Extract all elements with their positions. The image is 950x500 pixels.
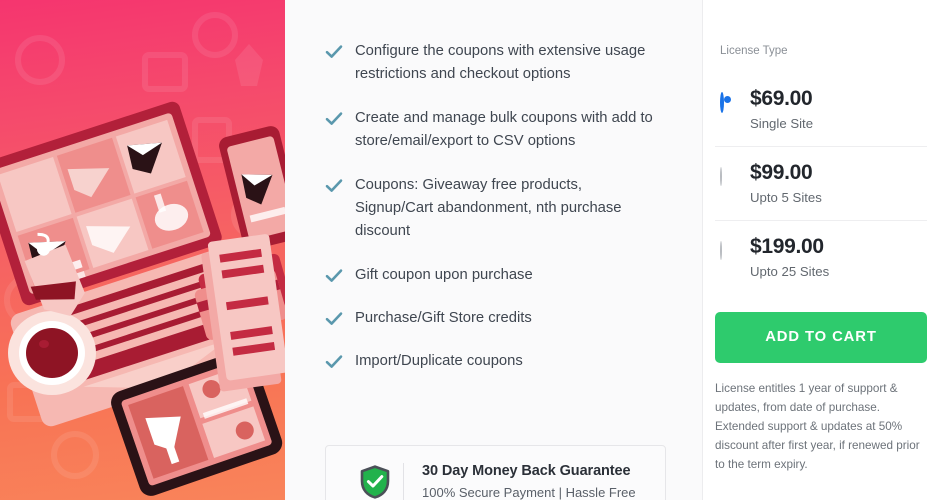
option-sites: Single Site bbox=[750, 116, 814, 132]
feature-text: Gift coupon upon purchase bbox=[355, 266, 533, 283]
add-to-cart-button[interactable]: ADD TO CART bbox=[715, 312, 927, 364]
pricing-panel: License Type $69.00 Single Site $99.00 U… bbox=[703, 0, 950, 500]
feature-text: Create and manage bulk coupons with add … bbox=[355, 109, 653, 150]
radio-button-25-sites[interactable] bbox=[720, 235, 750, 261]
features-panel: Configure the coupons with extensive usa… bbox=[285, 0, 703, 500]
license-option-5-sites[interactable]: $99.00 Upto 5 Sites bbox=[715, 147, 927, 222]
radio-button-single-site[interactable] bbox=[720, 87, 750, 113]
check-icon bbox=[325, 40, 355, 61]
check-icon bbox=[325, 264, 355, 285]
feature-item: Configure the coupons with extensive usa… bbox=[325, 40, 666, 87]
shield-check-icon bbox=[346, 463, 404, 500]
radio-button-5-sites[interactable] bbox=[720, 161, 750, 187]
feature-item: Create and manage bulk coupons with add … bbox=[325, 107, 666, 154]
option-sites: Upto 25 Sites bbox=[750, 264, 830, 280]
license-terms-note: License entitles 1 year of support & upd… bbox=[715, 382, 920, 472]
feature-item: Purchase/Gift Store credits bbox=[325, 307, 666, 330]
feature-item: Import/Duplicate coupons bbox=[325, 350, 666, 373]
check-icon bbox=[325, 307, 355, 328]
check-icon bbox=[325, 350, 355, 371]
option-sites: Upto 5 Sites bbox=[750, 190, 822, 206]
option-price: $69.00 bbox=[750, 87, 813, 110]
guarantee-subtitle: 100% Secure Payment | Hassle Free bbox=[422, 485, 636, 500]
product-hero-illustration bbox=[0, 0, 285, 500]
feature-text: Coupons: Giveaway free products, Signup/… bbox=[355, 176, 622, 240]
license-option-single-site[interactable]: $69.00 Single Site bbox=[715, 73, 927, 148]
desk-scene-illustration bbox=[0, 101, 285, 496]
guarantee-title: 30 Day Money Back Guarantee bbox=[422, 463, 631, 479]
option-price: $99.00 bbox=[750, 161, 813, 185]
feature-text: Configure the coupons with extensive usa… bbox=[355, 43, 646, 83]
license-option-25-sites[interactable]: $199.00 Upto 25 Sites bbox=[715, 221, 927, 294]
check-icon bbox=[325, 174, 355, 195]
option-price: $199.00 bbox=[750, 235, 824, 259]
product-purchase-panel: Configure the coupons with extensive usa… bbox=[0, 0, 950, 500]
feature-item: Gift coupon upon purchase bbox=[325, 264, 666, 287]
check-icon bbox=[325, 107, 355, 128]
money-back-guarantee-box: 30 Day Money Back Guarantee 100% Secure … bbox=[325, 445, 666, 500]
feature-item: Coupons: Giveaway free products, Signup/… bbox=[325, 174, 666, 244]
feature-list: Configure the coupons with extensive usa… bbox=[325, 40, 666, 374]
feature-text: Import/Duplicate coupons bbox=[355, 353, 523, 370]
feature-text: Purchase/Gift Store credits bbox=[355, 310, 532, 326]
license-type-label: License Type bbox=[720, 45, 788, 57]
